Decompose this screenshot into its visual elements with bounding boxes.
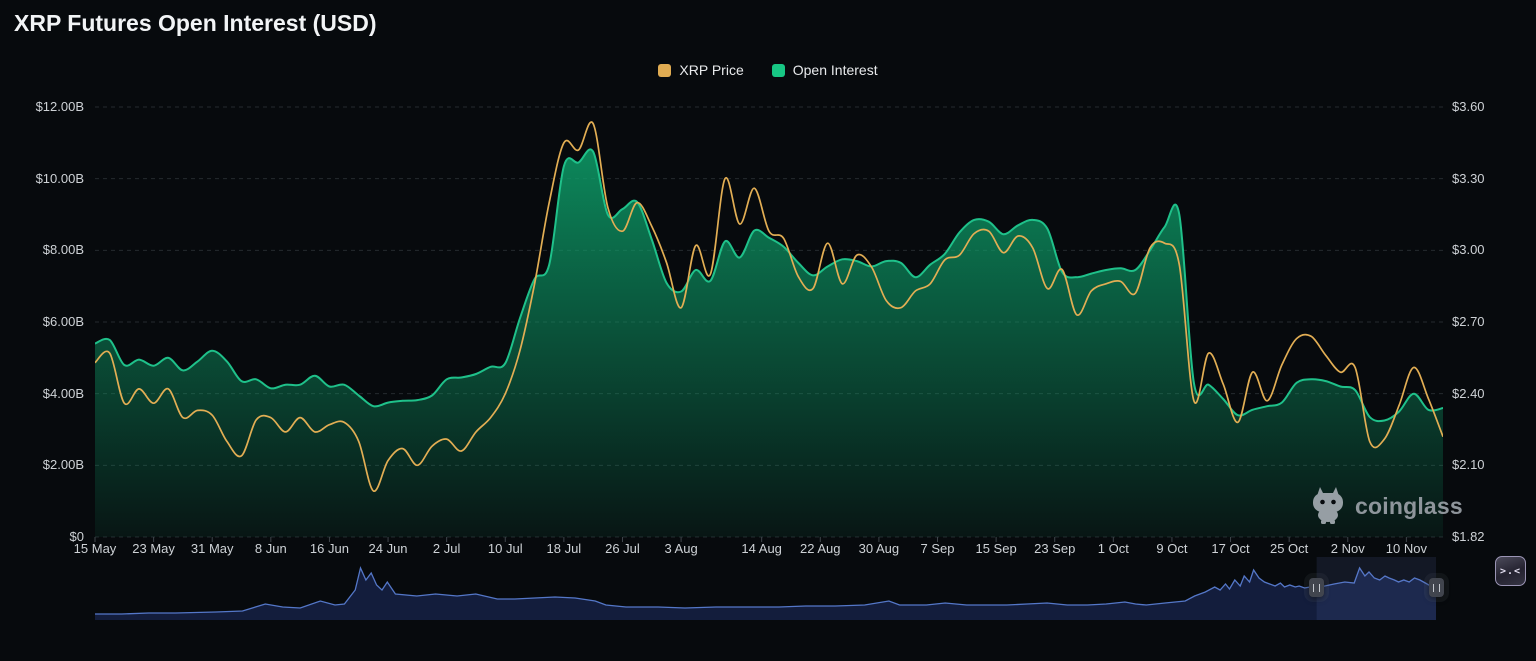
y-left-tick-label: $12.00B bbox=[35, 99, 84, 114]
y-right-tick-label: $2.10 bbox=[1452, 457, 1485, 473]
y-right-tick-label: $3.60 bbox=[1452, 99, 1485, 114]
coinglass-logo-icon bbox=[1313, 487, 1343, 524]
y-right-tick-label: $1.82 bbox=[1452, 529, 1485, 544]
x-tick-label: 3 Aug bbox=[664, 541, 698, 556]
nav-selection[interactable] bbox=[1316, 557, 1436, 620]
collapse-button[interactable]: >.< bbox=[1495, 556, 1526, 586]
watermark-text: coinglass bbox=[1355, 492, 1463, 519]
watermark: coinglass bbox=[1310, 487, 1463, 525]
y-right-tick-label: $2.70 bbox=[1452, 314, 1485, 329]
y-right-tick-label: $3.00 bbox=[1452, 242, 1485, 258]
x-tick-label: 10 Nov bbox=[1385, 541, 1427, 556]
coinglass-chart-page: XRP Futures Open Interest (USD) XRP Pric… bbox=[0, 0, 1536, 661]
y-right-tick-label: $3.30 bbox=[1452, 170, 1485, 186]
y-left-tick-label: $4.00B bbox=[42, 385, 84, 401]
nav-handle-right[interactable] bbox=[1428, 578, 1444, 597]
resize-handle-icon bbox=[1313, 583, 1321, 592]
collapse-icon: >.< bbox=[1499, 565, 1522, 577]
navigator-area[interactable] bbox=[95, 568, 1436, 620]
open-interest-area bbox=[95, 149, 1443, 537]
y-left-tick-label: $6.00B bbox=[42, 314, 84, 329]
y-left-tick-label: $2.00B bbox=[42, 457, 84, 473]
main-chart[interactable] bbox=[0, 0, 1536, 661]
y-right-tick-label: $2.40 bbox=[1452, 385, 1485, 401]
y-left-tick-label: $10.00B bbox=[35, 170, 84, 186]
nav-handle-left[interactable] bbox=[1309, 578, 1325, 597]
resize-handle-icon bbox=[1432, 583, 1440, 592]
y-left-tick-label: $8.00B bbox=[42, 242, 84, 258]
